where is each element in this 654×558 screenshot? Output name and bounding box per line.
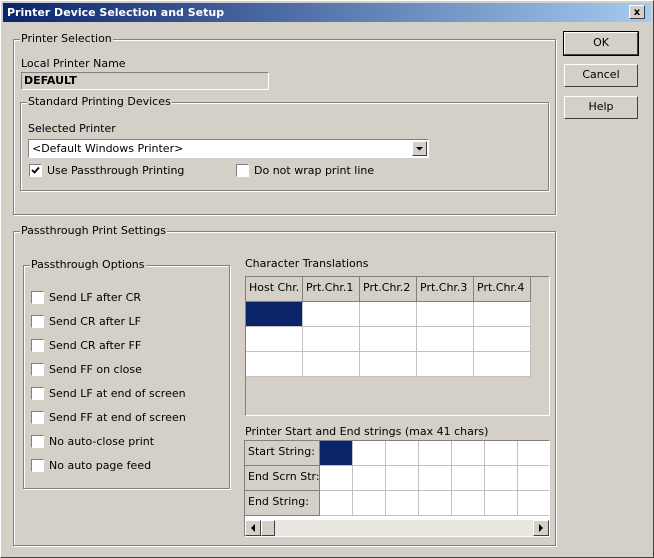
option-label: No auto-close print — [49, 435, 155, 448]
grid-cell[interactable] — [417, 352, 474, 377]
grid-cell[interactable] — [386, 441, 419, 466]
passthrough-settings-group: Passthrough Print Settings Passthrough O… — [13, 224, 556, 546]
window-title: Printer Device Selection and Setup — [7, 6, 225, 19]
grid-cell[interactable] — [485, 491, 518, 516]
arrow-left-icon — [251, 524, 255, 532]
grid-cell[interactable] — [417, 327, 474, 352]
option-checkbox[interactable] — [31, 291, 44, 304]
checkmark-icon — [31, 166, 40, 174]
help-button[interactable]: Help — [564, 96, 638, 119]
grid-cell[interactable] — [452, 441, 485, 466]
option-checkbox[interactable] — [31, 435, 44, 448]
grid-cell[interactable] — [474, 327, 531, 352]
option-checkbox[interactable] — [31, 459, 44, 472]
dialog-window: Printer Device Selection and Setup x OK … — [0, 0, 654, 558]
option-checkbox[interactable] — [31, 315, 44, 328]
passthrough-options-group: Passthrough Options Send LF after CR Send… — [23, 258, 230, 489]
use-passthrough-checkbox[interactable] — [29, 164, 42, 177]
selected-printer-dropdown[interactable]: <Default Windows Printer> — [28, 139, 429, 158]
option-label: Send CR after FF — [49, 339, 142, 352]
option-label: Send FF at end of screen — [49, 411, 186, 424]
grid-cell[interactable] — [303, 327, 360, 352]
passthrough-options-legend: Passthrough Options — [30, 258, 146, 271]
grid-cell[interactable] — [246, 302, 303, 327]
printer-selection-group: Printer Selection Local Printer Name DEF… — [13, 32, 556, 215]
chevron-down-icon — [416, 147, 423, 151]
column-header[interactable]: Prt.Chr.1 — [303, 277, 360, 302]
no-wrap-label: Do not wrap print line — [254, 164, 375, 177]
row-header[interactable]: Start String: — [245, 441, 320, 466]
grid-cell[interactable] — [320, 466, 353, 491]
grid-cell[interactable] — [320, 441, 353, 466]
option-checkbox[interactable] — [31, 363, 44, 376]
column-header[interactable]: Prt.Chr.4 — [474, 277, 531, 302]
close-button[interactable]: x — [629, 5, 645, 19]
grid-cell[interactable] — [518, 441, 549, 466]
grid-cell[interactable] — [303, 352, 360, 377]
grid-cell[interactable] — [474, 302, 531, 327]
no-wrap-checkbox[interactable] — [236, 164, 249, 177]
use-passthrough-label: Use Passthrough Printing — [47, 164, 185, 177]
column-header[interactable]: Prt.Chr.2 — [360, 277, 417, 302]
grid-cell[interactable] — [419, 466, 452, 491]
grid-cell[interactable] — [360, 352, 417, 377]
arrow-right-icon — [539, 524, 543, 532]
grid-cell[interactable] — [474, 352, 531, 377]
grid-cell[interactable] — [386, 491, 419, 516]
char-translations-grid[interactable]: Host Chr. Prt.Chr.1 Prt.Chr.2 Prt.Chr.3 Prt.… — [245, 276, 550, 416]
grid-cell[interactable] — [419, 491, 452, 516]
grid-cell[interactable] — [518, 466, 549, 491]
grid-cell[interactable] — [485, 441, 518, 466]
option-label: No auto page feed — [49, 459, 152, 472]
selected-printer-label: Selected Printer — [28, 122, 116, 135]
option-checkbox[interactable] — [31, 387, 44, 400]
char-translations-label: Character Translations — [245, 257, 369, 270]
start-end-grid[interactable]: Start String: End Scrn Str: End String: — [244, 440, 550, 537]
grid-cell[interactable] — [386, 466, 419, 491]
horizontal-scrollbar[interactable] — [245, 520, 549, 536]
option-checkbox[interactable] — [31, 339, 44, 352]
grid-cell[interactable] — [518, 491, 549, 516]
grid-cell[interactable] — [353, 491, 386, 516]
scroll-thumb[interactable] — [261, 520, 275, 536]
standard-devices-group: Standard Printing Devices Selected Print… — [20, 95, 549, 191]
scroll-right-button[interactable] — [533, 520, 549, 536]
printer-selection-legend: Printer Selection — [20, 32, 113, 45]
option-label: Send CR after LF — [49, 315, 141, 328]
option-checkbox[interactable] — [31, 411, 44, 424]
grid-cell[interactable] — [452, 491, 485, 516]
start-end-label: Printer Start and End strings (max 41 ch… — [245, 425, 489, 438]
grid-cell[interactable] — [360, 302, 417, 327]
dropdown-button[interactable] — [412, 141, 427, 156]
grid-cell[interactable] — [452, 466, 485, 491]
grid-cell[interactable] — [485, 466, 518, 491]
grid-cell[interactable] — [360, 327, 417, 352]
local-printer-name-field: DEFAULT — [21, 72, 269, 90]
grid-cell[interactable] — [246, 327, 303, 352]
option-label: Send FF on close — [49, 363, 142, 376]
grid-cell[interactable] — [320, 491, 353, 516]
column-header[interactable]: Prt.Chr.3 — [417, 277, 474, 302]
grid-cell[interactable] — [353, 466, 386, 491]
grid-cell[interactable] — [417, 302, 474, 327]
selected-printer-value: <Default Windows Printer> — [32, 142, 184, 155]
column-header[interactable]: Host Chr. — [246, 277, 303, 302]
standard-devices-legend: Standard Printing Devices — [27, 95, 172, 108]
scroll-left-button[interactable] — [245, 520, 261, 536]
option-label: Send LF after CR — [49, 291, 141, 304]
row-header[interactable]: End Scrn Str: — [245, 466, 320, 491]
title-bar[interactable]: Printer Device Selection and Setup x — [3, 3, 651, 22]
option-label: Send LF at end of screen — [49, 387, 186, 400]
grid-cell[interactable] — [353, 441, 386, 466]
cancel-button[interactable]: Cancel — [564, 64, 638, 87]
grid-cell[interactable] — [246, 352, 303, 377]
grid-cell[interactable] — [419, 441, 452, 466]
local-printer-name-label: Local Printer Name — [21, 57, 126, 70]
passthrough-settings-legend: Passthrough Print Settings — [20, 224, 167, 237]
close-icon: x — [633, 7, 641, 18]
ok-button[interactable]: OK — [563, 31, 639, 56]
row-header[interactable]: End String: — [245, 491, 320, 516]
grid-cell[interactable] — [303, 302, 360, 327]
